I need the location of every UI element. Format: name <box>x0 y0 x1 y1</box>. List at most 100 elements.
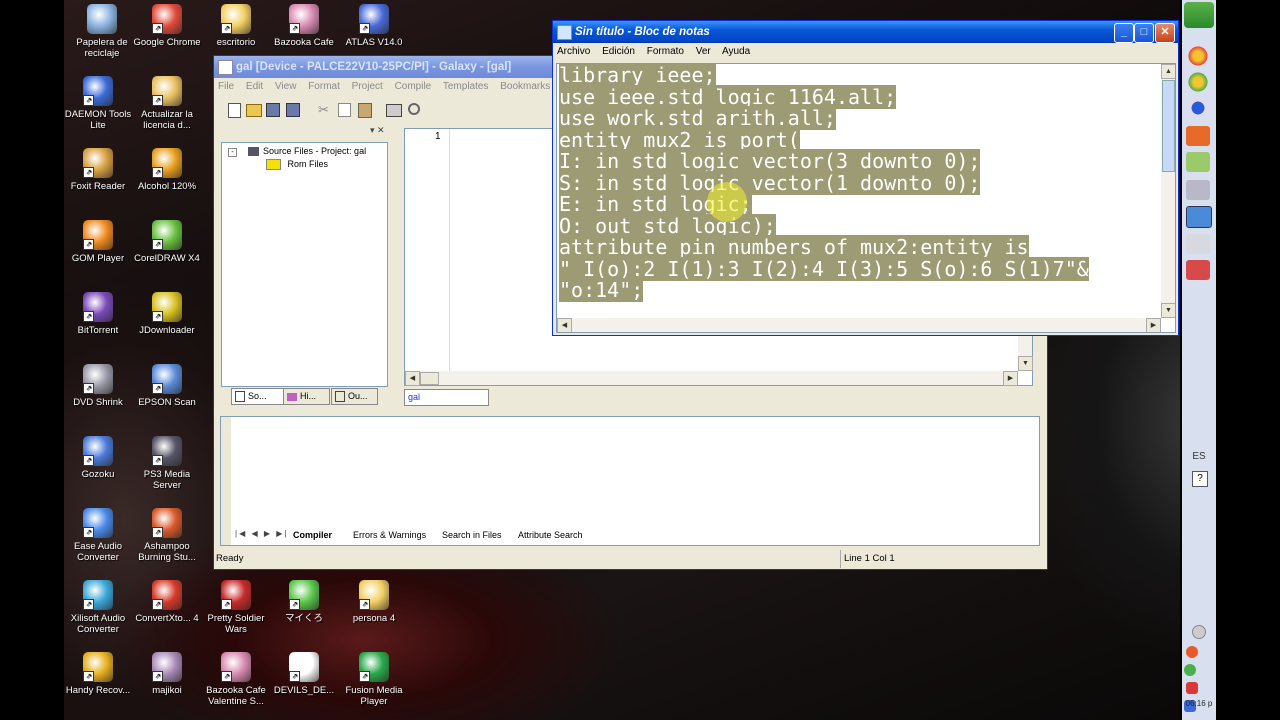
desktop-icon[interactable]: ↗ DAEMON Tools Lite <box>62 76 134 131</box>
menu-formato[interactable]: Formato <box>647 46 684 57</box>
tab-source[interactable]: So... <box>231 388 284 405</box>
desktop-icon[interactable]: ↗ Alcohol 120% <box>131 148 203 192</box>
desktop-icon[interactable]: ↗ Xilisoft Audio Converter <box>62 580 134 635</box>
close-button[interactable]: ✕ <box>1155 23 1175 43</box>
tab-errors-warnings[interactable]: Errors & Warnings <box>353 528 426 543</box>
menu-ver[interactable]: Ver <box>696 46 711 57</box>
paste-icon[interactable] <box>358 103 372 118</box>
menu-bookmarks[interactable]: Bookmarks <box>500 81 550 92</box>
scroll-down-button[interactable]: ▼ <box>1018 356 1033 371</box>
desktop-icon[interactable]: Papelera de reciclaje <box>66 4 138 59</box>
notepad-title: Sin título - Bloc de notas <box>575 26 710 38</box>
media-player-icon[interactable] <box>1186 98 1210 118</box>
scroll-thumb[interactable] <box>420 372 439 385</box>
notepad-scroll-right[interactable]: ▶ <box>1146 318 1161 332</box>
editor-horizontal-scrollbar[interactable]: ◀ ▶ <box>405 371 1018 386</box>
tab-search-in-files[interactable]: Search in Files <box>442 528 502 543</box>
notepad-scroll-up[interactable]: ▲ <box>1161 64 1175 79</box>
chrome-quicklaunch-icon[interactable] <box>1186 46 1210 66</box>
chrome-quicklaunch-icon[interactable] <box>1186 72 1210 92</box>
language-indicator[interactable]: ES <box>1188 451 1210 462</box>
menu-compile[interactable]: Compile <box>395 81 432 92</box>
desktop-icon[interactable]: ↗ Bazooka Cafe Valentine S... <box>200 652 272 707</box>
menu-archivo[interactable]: Archivo <box>557 46 590 57</box>
notepad-titlebar[interactable]: Sin título - Bloc de notas _ □ ✕ <box>553 21 1178 43</box>
desktop-icon[interactable]: ↗ Handy Recov... <box>62 652 134 696</box>
save-icon[interactable] <box>266 103 280 117</box>
desktop-icon[interactable]: ↗ DEVILS_DE... <box>268 652 340 696</box>
desktop-icon[interactable]: ↗ Gozoku <box>62 436 134 480</box>
tab-compiler[interactable]: Compiler <box>293 528 332 543</box>
minimize-button[interactable]: _ <box>1114 23 1134 43</box>
editor-tab-gal[interactable]: gal <box>404 389 489 406</box>
desktop-icon[interactable]: ↗ Fusion Media Player <box>338 652 410 707</box>
menu-edit[interactable]: Edit <box>246 81 263 92</box>
tab-nav-buttons[interactable]: |◀ ◀ ▶ ▶| <box>235 529 288 538</box>
tab-hierarchy[interactable]: Hi... <box>283 388 330 405</box>
output-side-grip[interactable] <box>221 417 231 545</box>
desktop-icon[interactable]: ↗ Bazooka Cafe <box>268 4 340 48</box>
copy-icon[interactable] <box>338 103 351 117</box>
shortcut-arrow-icon: ↗ <box>359 671 370 682</box>
notepad-text-area[interactable]: library ieee; use ieee.std_logic_1164.al… <box>556 63 1176 333</box>
tray-icons[interactable] <box>1184 625 1214 712</box>
find-icon[interactable] <box>408 103 420 115</box>
desktop-icon[interactable]: ↗ escritorio <box>200 4 272 48</box>
task-icon[interactable] <box>1186 206 1212 228</box>
tab-attribute-search[interactable]: Attribute Search <box>518 528 583 543</box>
menu-ayuda[interactable]: Ayuda <box>722 46 750 57</box>
print-icon[interactable] <box>386 104 402 117</box>
help-icon[interactable]: ? <box>1192 471 1208 487</box>
notepad-scroll-left[interactable]: ◀ <box>557 318 572 332</box>
desktop-icon[interactable]: ↗ PS3 Media Server <box>131 436 203 491</box>
desktop-icon[interactable]: ↗ ConvertXto... 4 <box>131 580 203 624</box>
desktop-icon[interactable]: ↗ Pretty Soldier Wars <box>200 580 272 635</box>
menu-project[interactable]: Project <box>352 81 383 92</box>
desktop-icon[interactable]: ↗ DVD Shrink <box>62 364 134 408</box>
task-icon[interactable] <box>1186 260 1210 280</box>
clock[interactable]: 06:16 p <box>1182 699 1216 708</box>
desktop-icon[interactable]: ↗ JDownloader <box>131 292 203 336</box>
powerpoint-icon[interactable] <box>1186 126 1210 146</box>
menu-edicion[interactable]: Edición <box>602 46 635 57</box>
maximize-button[interactable]: □ <box>1134 23 1154 43</box>
open-folder-icon[interactable] <box>246 104 262 117</box>
menu-templates[interactable]: Templates <box>443 81 489 92</box>
menu-view[interactable]: View <box>275 81 297 92</box>
cut-icon[interactable]: ✂ <box>318 102 329 118</box>
desktop-icon[interactable]: ↗ majikoi <box>131 652 203 696</box>
desktop-icon[interactable]: ↗ Ease Audio Converter <box>62 508 134 563</box>
tab-output[interactable]: Ou... <box>331 388 378 405</box>
notepad-scroll-thumb[interactable] <box>1162 80 1175 172</box>
scroll-left-button[interactable]: ◀ <box>405 371 420 386</box>
save-all-icon[interactable] <box>286 103 300 117</box>
tree-child[interactable]: Rom Files <box>266 158 328 171</box>
pane-close-icon[interactable]: ▾ ✕ <box>370 125 385 136</box>
desktop-icon[interactable]: ↗ CorelDRAW X4 <box>131 220 203 264</box>
menu-file[interactable]: File <box>218 81 234 92</box>
tree-root[interactable]: - Source Files - Project: gal <box>228 145 366 157</box>
desktop-icon[interactable]: ↗ EPSON Scan <box>131 364 203 408</box>
desktop-icon[interactable]: ↗ BitTorrent <box>62 292 134 336</box>
task-icon[interactable] <box>1186 152 1210 172</box>
desktop-icon[interactable]: ↗ マイくろ <box>268 580 340 624</box>
desktop-icon[interactable]: ↗ GOM Player <box>62 220 134 264</box>
menu-format[interactable]: Format <box>308 81 340 92</box>
notepad-scroll-down[interactable]: ▼ <box>1161 303 1175 318</box>
desktop-icon[interactable]: ↗ Google Chrome <box>131 4 203 48</box>
task-icon[interactable] <box>1186 234 1210 254</box>
scroll-right-button[interactable]: ▶ <box>1003 371 1018 386</box>
desktop-icon[interactable]: ↗ ATLAS V14.0 <box>338 4 410 48</box>
desktop-icon[interactable]: ↗ persona 4 <box>338 580 410 624</box>
task-icon[interactable] <box>1186 180 1210 200</box>
notepad-horizontal-scrollbar[interactable]: ◀ ▶ <box>557 318 1161 332</box>
start-button[interactable] <box>1184 2 1214 28</box>
desktop-icon[interactable]: ↗ Ashampoo Burning Stu... <box>131 508 203 563</box>
new-file-icon[interactable] <box>228 103 241 118</box>
notepad-vertical-scrollbar[interactable]: ▲ ▼ <box>1161 64 1175 318</box>
desktop-icon[interactable]: ↗ Foxit Reader <box>62 148 134 192</box>
desktop-icon[interactable]: ↗ Actualizar la licencia d... <box>131 76 203 131</box>
tree-collapse-icon[interactable]: - <box>228 148 237 157</box>
desktop-icon-label: Ease Audio Converter <box>73 541 123 563</box>
tray-expand-icon[interactable] <box>1192 625 1206 639</box>
